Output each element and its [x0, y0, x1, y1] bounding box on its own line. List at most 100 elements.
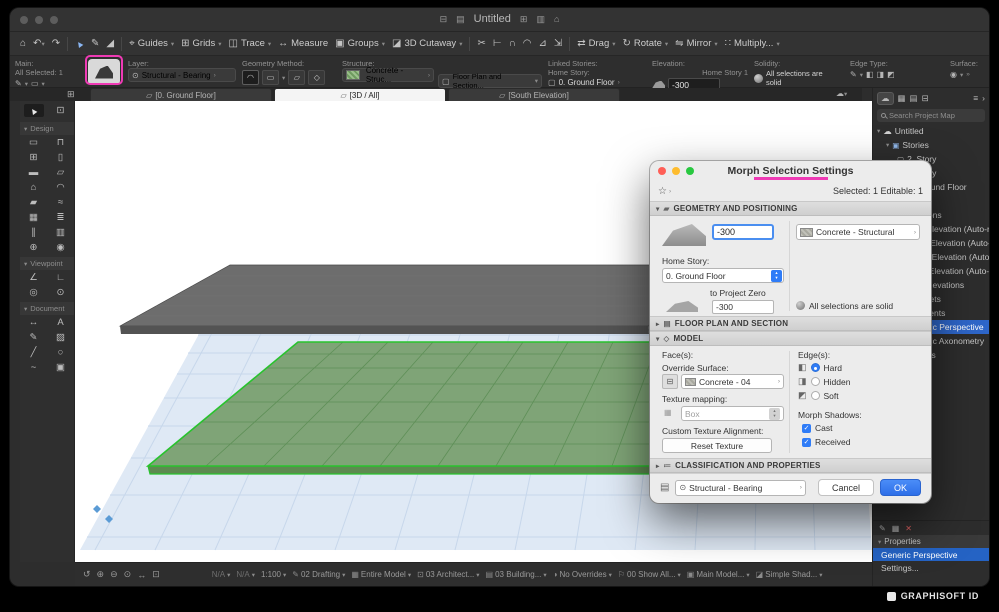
home-story-dropdown[interactable]: 0. Ground Floor▴▾ — [662, 268, 784, 283]
circle-tool[interactable]: ○ — [51, 346, 71, 359]
titlebar-icon[interactable]: ⊟ — [440, 14, 448, 25]
zoom-out-icon[interactable]: ⊖ — [110, 569, 118, 580]
elevation-input[interactable] — [712, 224, 774, 240]
fillet-icon[interactable]: ◠ — [523, 38, 532, 49]
search-input[interactable] — [889, 111, 979, 120]
project-map-icon[interactable]: ☁ — [877, 92, 894, 105]
orbit-icon[interactable]: ⊙ — [124, 569, 132, 580]
zoom-in-icon[interactable]: ⊕ — [97, 569, 105, 580]
measure-button[interactable]: ↔Measure — [278, 38, 328, 49]
rotate-button[interactable]: ↻Rotate▾ — [623, 38, 669, 49]
reset-texture-button[interactable]: Reset Texture — [662, 438, 772, 453]
eyedropper-icon[interactable]: ◢ — [106, 38, 114, 49]
edge-hard-icon[interactable]: ◧ — [866, 70, 874, 79]
shadow-cast-option[interactable]: ✓Cast — [802, 423, 832, 433]
texture-mapping-dropdown[interactable]: Box▴▾ — [681, 406, 784, 421]
undo-button[interactable]: ↶▾ — [33, 38, 45, 49]
trace-button[interactable]: ◫Trace▾ — [228, 38, 271, 49]
cancel-button[interactable]: Cancel — [818, 479, 874, 496]
cutaway-button[interactable]: ◪3D Cutaway▾ — [392, 38, 462, 49]
intersect-icon[interactable]: ∩ — [509, 38, 516, 49]
edge-hidden-icon[interactable]: ◨ — [877, 70, 885, 79]
geometry-method-box[interactable]: ▭ — [262, 70, 279, 85]
layer-dropdown[interactable]: ⊙Structural - Bearing› — [128, 68, 236, 82]
section-classification[interactable]: ▸≔CLASSIFICATION AND PROPERTIES — [650, 458, 931, 473]
statusbar-layer-combination[interactable]: ⊡03 Architect...▾ — [417, 570, 479, 579]
roof-tool[interactable]: ⌂ — [24, 181, 44, 194]
toolbox-section-viewpoint[interactable]: ▾Viewpoint — [20, 257, 74, 270]
delete-icon[interactable]: ✕ — [905, 524, 912, 533]
home-story-value[interactable]: 0. Ground Floor — [559, 78, 615, 87]
statusbar-item[interactable]: N/A▾ — [236, 570, 255, 579]
door-tool[interactable]: ⊓ — [51, 136, 71, 149]
texture-box-icon[interactable]: ▦ — [664, 408, 672, 417]
statusbar-model-view[interactable]: ▣Main Model...▾ — [687, 570, 750, 579]
label-tool[interactable]: ✎ — [24, 331, 44, 344]
column-tool[interactable]: ▯ — [51, 151, 71, 164]
radio[interactable] — [811, 377, 820, 386]
tree-item[interactable]: ▾☁Untitled — [873, 124, 989, 138]
edge-option-soft[interactable]: ◩Soft — [798, 390, 839, 401]
edge-soft-icon[interactable]: ◩ — [887, 70, 895, 79]
redo-button[interactable]: ↷ — [52, 38, 60, 49]
resize-icon[interactable]: ⊿ — [538, 38, 546, 49]
publisher-icon[interactable]: ⊟ — [922, 93, 929, 104]
grid-icon[interactable]: ▦ — [892, 524, 900, 533]
geometry-method-rotated[interactable]: ◇ — [308, 70, 325, 85]
zone-tool[interactable]: ▦ — [24, 211, 44, 224]
elevation-tool[interactable]: ∟ — [51, 271, 71, 284]
statusbar-scale[interactable]: 1:100▾ — [261, 570, 286, 579]
adjust-icon[interactable]: ⊢ — [493, 38, 502, 49]
mesh-tool[interactable]: ≈ — [51, 196, 71, 209]
groups-button[interactable]: ▣Groups▾ — [335, 38, 385, 49]
navigator-expand-icon[interactable]: › — [982, 93, 985, 103]
beam-tool[interactable]: ▬ — [24, 166, 44, 179]
curtain-wall-tool[interactable]: ▥ — [51, 226, 71, 239]
cloud-sync-icon[interactable]: ☁▾ — [836, 89, 847, 98]
section-floor-plan[interactable]: ▸▤FLOOR PLAN AND SECTION — [650, 316, 931, 331]
dialog-layer-dropdown[interactable]: ⊙Structural - Bearing› — [675, 480, 806, 496]
to-project-zero-field[interactable]: -300 — [712, 300, 774, 314]
titlebar-icon[interactable]: ▤ — [456, 14, 465, 25]
multiply-button[interactable]: ∷Multiply...▾ — [725, 38, 780, 49]
paint-icon[interactable]: ⊟ — [662, 374, 678, 389]
checkbox-checked[interactable]: ✓ — [802, 438, 811, 447]
properties-selected-item[interactable]: Generic Perspective — [873, 548, 989, 561]
radio[interactable] — [811, 391, 820, 400]
geometry-method-skew[interactable]: ▱ — [288, 70, 305, 85]
figure-tool[interactable]: ▣ — [51, 361, 71, 374]
edit-icon[interactable]: ✎ — [879, 524, 886, 533]
text-tool[interactable]: A — [51, 316, 71, 329]
mirror-button[interactable]: ⇋Mirror▾ — [675, 38, 717, 49]
tree-item[interactable]: ▾▣Stories — [873, 138, 989, 152]
favorites-star-icon[interactable]: ☆ — [658, 186, 667, 197]
railing-tool[interactable]: ∥ — [24, 226, 44, 239]
building-material-dropdown[interactable]: Concrete - Structural› — [796, 224, 920, 240]
titlebar-icon[interactable]: ⊞ — [520, 14, 528, 25]
geometry-method-draft[interactable]: ◠ — [242, 70, 259, 85]
morph-tool[interactable]: ▰ — [24, 196, 44, 209]
properties-settings-item[interactable]: Settings... — [873, 561, 989, 574]
statusbar-pen-set[interactable]: ✎02 Drafting▾ — [292, 570, 345, 579]
shell-tool[interactable]: ◠ — [51, 181, 71, 194]
dimension-tool[interactable]: ↔ — [24, 316, 44, 329]
section-model[interactable]: ▾◇MODEL — [650, 331, 931, 346]
properties-header[interactable]: ▾Properties — [873, 535, 989, 548]
window-tool[interactable]: ⊞ — [24, 151, 44, 164]
fill-icon[interactable]: ▭ — [31, 79, 39, 88]
edge-option-hard[interactable]: ◧Hard — [798, 362, 842, 373]
override-surface-dropdown[interactable]: Concrete - 04› — [681, 374, 784, 389]
lamp-tool[interactable]: ◉ — [51, 241, 71, 254]
arrow-tool[interactable]: ▲ — [24, 104, 44, 117]
pen-icon[interactable]: ✎ — [15, 79, 22, 88]
pan-icon[interactable]: ↔ — [137, 570, 146, 580]
split-icon[interactable]: ✂ — [477, 38, 485, 49]
statusbar-renovation[interactable]: ⚐00 Show All...▾ — [618, 570, 681, 579]
surface-sphere-icon[interactable]: ◉ — [950, 70, 957, 79]
statusbar-item[interactable]: N/A▾ — [212, 570, 231, 579]
fill-tool[interactable]: ▨ — [51, 331, 71, 344]
section-geometry-positioning[interactable]: ▾▰GEOMETRY AND POSITIONING — [650, 201, 931, 216]
radio-selected[interactable] — [811, 363, 820, 372]
statusbar-dimensions[interactable]: ▤03 Building...▾ — [486, 570, 547, 579]
navigator-menu-icon[interactable]: ≡ — [973, 93, 978, 103]
